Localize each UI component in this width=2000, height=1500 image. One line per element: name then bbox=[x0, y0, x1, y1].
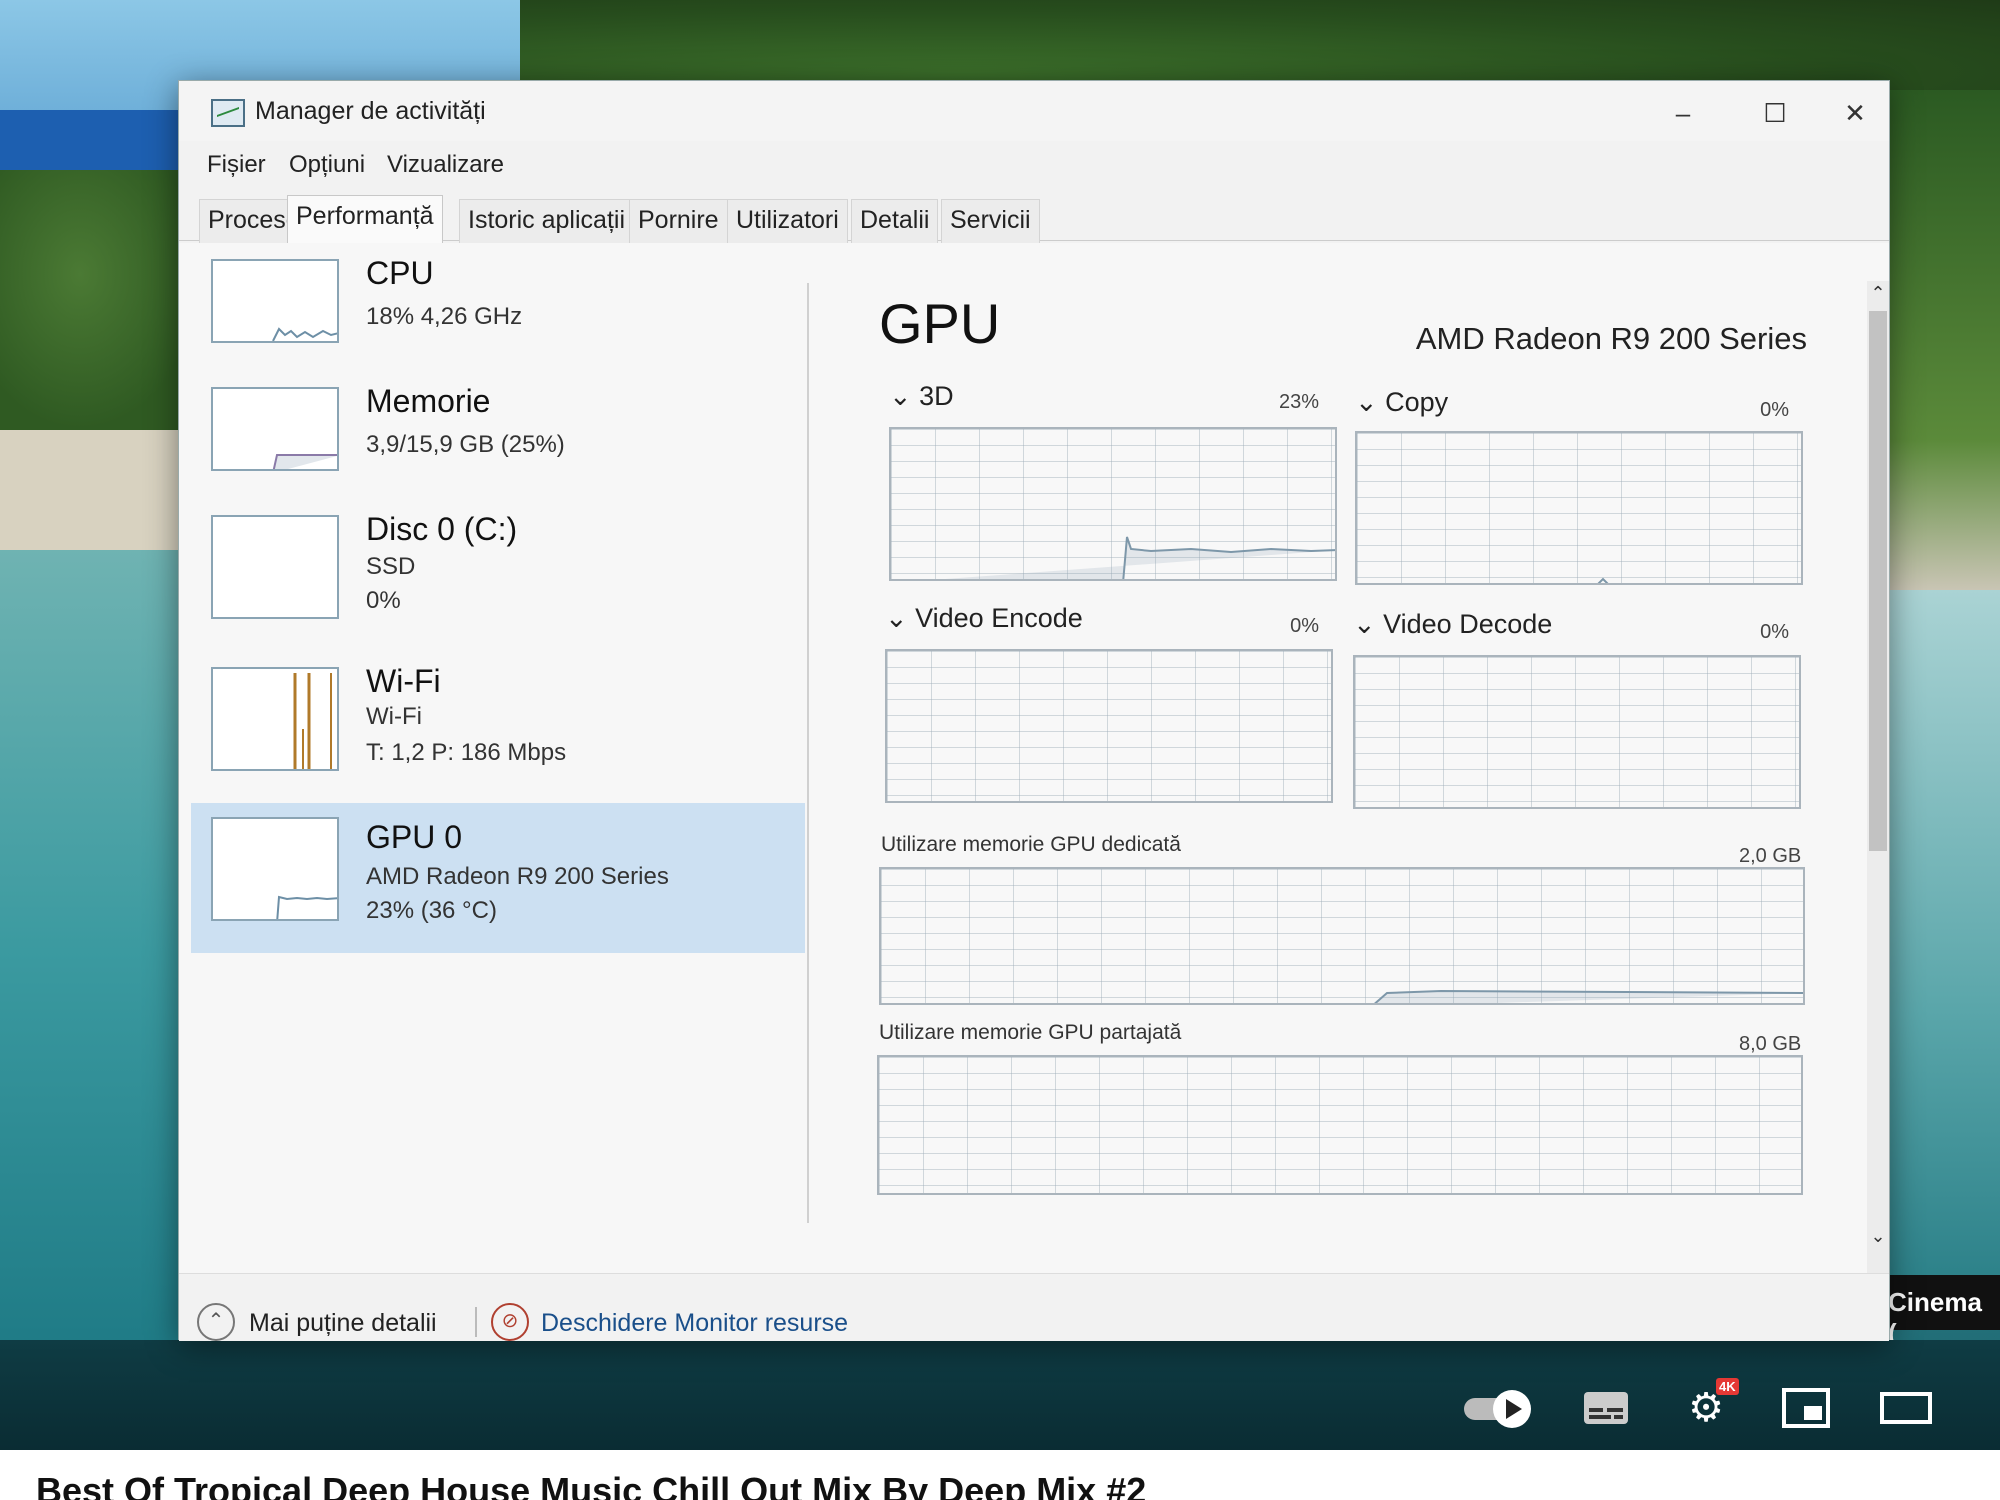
engine-video-encode-label[interactable]: ⌄ Video Encode bbox=[885, 603, 1083, 634]
wallpaper-right-shore bbox=[1890, 90, 2000, 590]
cinema-label: Cinema ( bbox=[1880, 1275, 2000, 1348]
theater-icon bbox=[1880, 1392, 1932, 1424]
open-resource-monitor-link[interactable]: Deschidere Monitor resurse bbox=[541, 1309, 848, 1338]
resource-memory[interactable]: Memorie 3,9/15,9 GB (25%) bbox=[191, 381, 805, 493]
resource-disk[interactable]: Disc 0 (C:) SSD 0% bbox=[191, 509, 805, 621]
resource-gpu0[interactable]: GPU 0 AMD Radeon R9 200 Series 23% (36 °… bbox=[191, 803, 805, 953]
wallpaper-lagoon bbox=[0, 550, 200, 1350]
gpu-heading: GPU bbox=[879, 292, 1001, 355]
cpu-title: CPU bbox=[366, 255, 434, 291]
dedicated-memory-label: Utilizare memorie GPU dedicată bbox=[881, 833, 1181, 856]
memory-thumbnail bbox=[211, 387, 339, 471]
theater-mode-button[interactable] bbox=[1876, 1378, 1936, 1438]
subtitles-button[interactable] bbox=[1576, 1378, 1636, 1438]
minimize-button[interactable]: – bbox=[1655, 93, 1711, 133]
dedicated-memory-graph bbox=[879, 867, 1805, 1005]
miniplayer-icon bbox=[1782, 1388, 1830, 1428]
tab-users[interactable]: Utilizatori bbox=[727, 199, 848, 243]
disk-type: SSD bbox=[366, 553, 416, 580]
shared-memory-label: Utilizare memorie GPU partajată bbox=[879, 1021, 1182, 1044]
engine-video-decode-label[interactable]: ⌄ Video Decode bbox=[1353, 609, 1552, 640]
quality-badge: 4K bbox=[1716, 1378, 1739, 1395]
menu-options[interactable]: Opțiuni bbox=[289, 151, 365, 179]
tab-performance[interactable]: Performanță bbox=[287, 195, 443, 243]
panel-divider bbox=[807, 283, 809, 1223]
subtitles-icon bbox=[1584, 1392, 1628, 1424]
wifi-thumbnail bbox=[211, 667, 339, 771]
tab-details[interactable]: Detalii bbox=[851, 199, 939, 243]
wallpaper-right-water bbox=[1890, 590, 2000, 1290]
chevron-down-icon: ⌄ bbox=[1353, 609, 1384, 639]
window-title: Manager de activități bbox=[255, 97, 486, 125]
cpu-thumbnail bbox=[211, 259, 339, 343]
resource-monitor-icon: ⊘ bbox=[491, 1303, 529, 1341]
wallpaper-beach bbox=[0, 430, 200, 550]
fewer-details-button[interactable]: Mai puține detalii bbox=[249, 1309, 437, 1338]
engine-video-decode-percent: 0% bbox=[1760, 621, 1789, 643]
disk-usage: 0% bbox=[366, 587, 401, 614]
task-manager-icon bbox=[211, 99, 245, 127]
wallpaper-island bbox=[0, 170, 200, 430]
video-title[interactable]: Best Of Tropical Deep House Music Chill … bbox=[36, 1470, 1146, 1500]
cpu-stats: 18% 4,26 GHz bbox=[366, 303, 523, 330]
resource-cpu[interactable]: CPU 18% 4,26 GHz bbox=[191, 253, 805, 365]
wifi-title: Wi-Fi bbox=[366, 663, 441, 699]
menu-view[interactable]: Vizualizare bbox=[387, 151, 504, 179]
autoplay-icon bbox=[1464, 1390, 1531, 1428]
engine-copy-percent: 0% bbox=[1760, 399, 1789, 421]
engine-3d-label[interactable]: ⌄ 3D bbox=[889, 381, 954, 412]
disk-thumbnail bbox=[211, 515, 339, 619]
chevron-down-icon: ⌄ bbox=[889, 381, 920, 411]
chevron-up-icon[interactable]: ⌃ bbox=[197, 1303, 235, 1341]
chevron-down-icon: ⌄ bbox=[885, 603, 916, 633]
engine-video-encode-graph bbox=[885, 649, 1333, 803]
minimize-icon: – bbox=[1675, 98, 1691, 128]
tab-services[interactable]: Servicii bbox=[941, 199, 1040, 243]
engine-video-decode-graph bbox=[1353, 655, 1801, 809]
gpu0-thumbnail bbox=[211, 817, 339, 921]
engine-video-encode-percent: 0% bbox=[1290, 615, 1319, 637]
task-manager-window: Manager de activități – ☐ ✕ Fișier Opțiu… bbox=[178, 80, 1890, 1341]
gpu0-model: AMD Radeon R9 200 Series bbox=[366, 863, 669, 890]
miniplayer-button[interactable] bbox=[1776, 1378, 1836, 1438]
engine-copy-graph bbox=[1355, 431, 1803, 585]
resource-wifi[interactable]: Wi-Fi Wi-Fi T: 1,2 P: 186 Mbps bbox=[191, 661, 805, 773]
close-button[interactable]: ✕ bbox=[1827, 93, 1883, 133]
scroll-down-arrow-icon[interactable]: ⌄ bbox=[1869, 1226, 1887, 1247]
gpu0-usage: 23% (36 °C) bbox=[366, 897, 497, 924]
gpu-model-name: AMD Radeon R9 200 Series bbox=[1415, 321, 1807, 356]
disk-title: Disc 0 (C:) bbox=[366, 511, 518, 547]
gpu0-title: GPU 0 bbox=[366, 819, 463, 855]
menu-file[interactable]: Fișier bbox=[207, 151, 266, 179]
memory-stats: 3,9/15,9 GB (25%) bbox=[366, 431, 565, 458]
memory-title: Memorie bbox=[366, 383, 491, 419]
maximize-button[interactable]: ☐ bbox=[1747, 93, 1803, 133]
engine-3d-graph bbox=[889, 427, 1337, 581]
chevron-down-icon: ⌄ bbox=[1355, 387, 1386, 417]
shared-memory-max: 8,0 GB bbox=[1739, 1033, 1802, 1055]
engine-copy-label[interactable]: ⌄ Copy bbox=[1355, 387, 1448, 418]
wifi-adapter: Wi-Fi bbox=[366, 703, 422, 730]
tab-app-history[interactable]: Istoric aplicații bbox=[459, 199, 634, 243]
dedicated-memory-max: 2,0 GB bbox=[1739, 845, 1802, 867]
wifi-throughput: T: 1,2 P: 186 Mbps bbox=[366, 739, 567, 766]
autoplay-toggle[interactable] bbox=[1460, 1378, 1540, 1438]
maximize-icon: ☐ bbox=[1763, 98, 1787, 128]
footer-divider bbox=[475, 1307, 477, 1337]
scrollbar-thumb[interactable] bbox=[1869, 311, 1887, 851]
tab-startup[interactable]: Pornire bbox=[629, 199, 728, 243]
engine-3d-percent: 23% bbox=[1278, 391, 1319, 413]
shared-memory-graph bbox=[877, 1055, 1803, 1195]
scroll-up-arrow-icon[interactable]: ⌃ bbox=[1869, 283, 1887, 304]
close-icon: ✕ bbox=[1844, 98, 1866, 128]
